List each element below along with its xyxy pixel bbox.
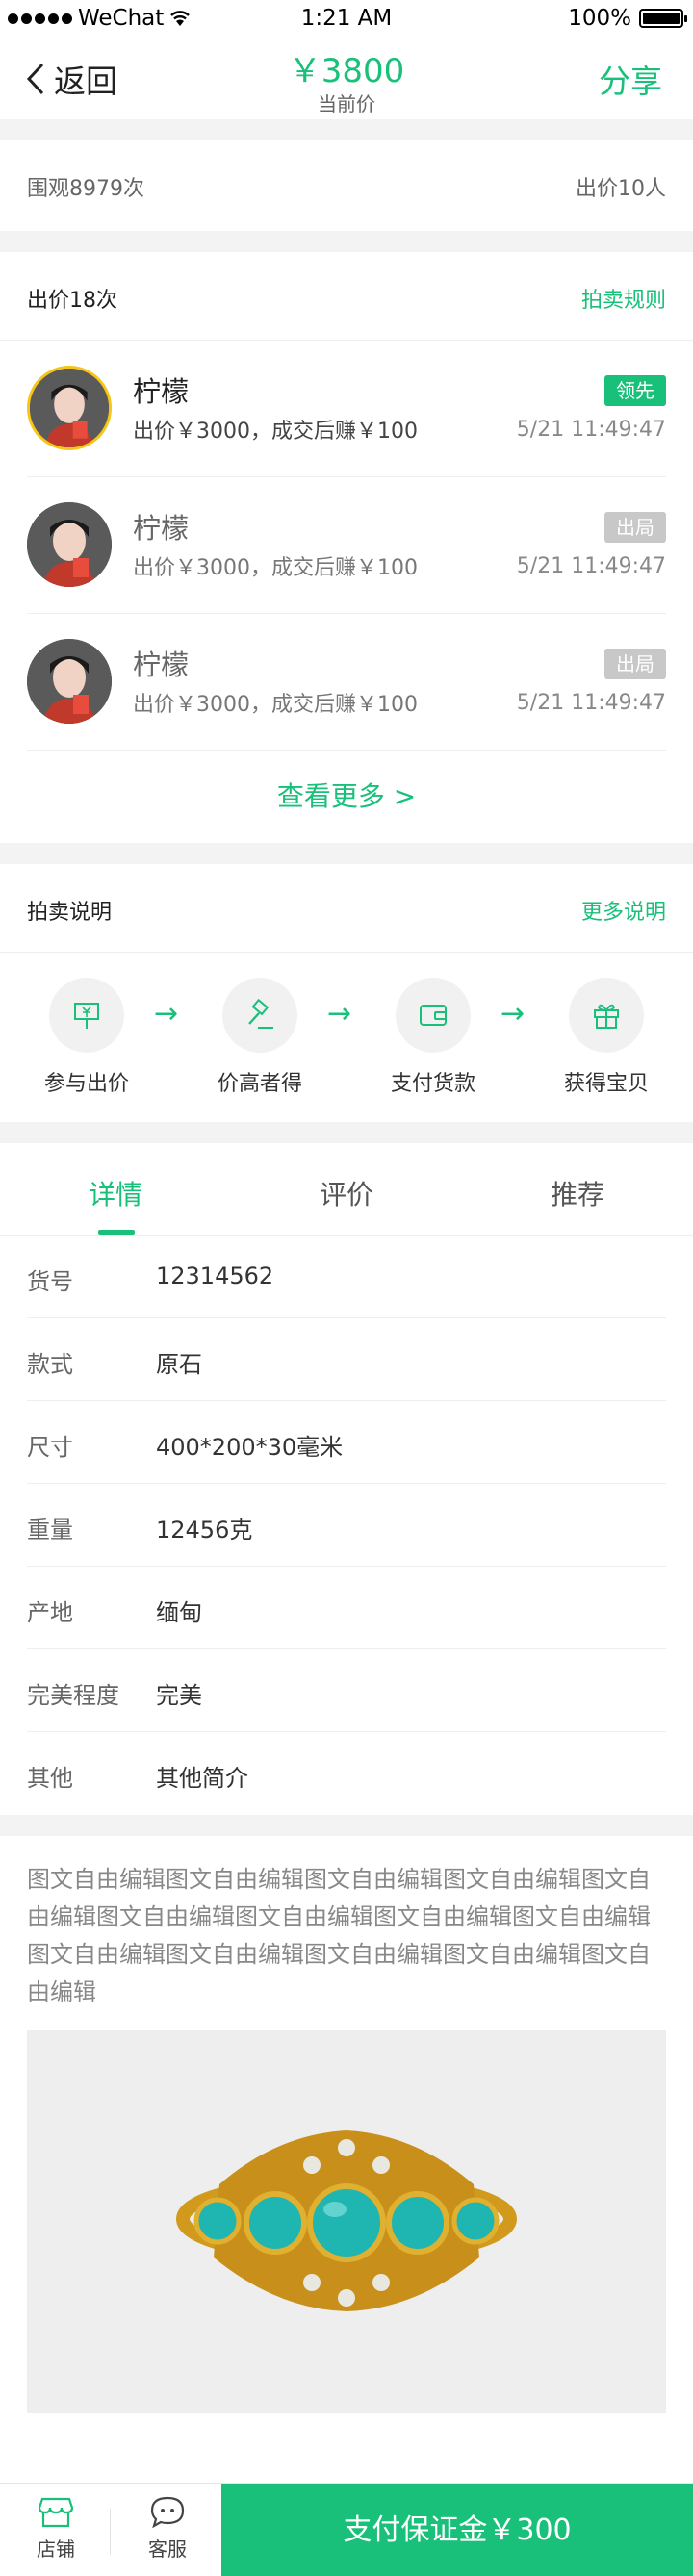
- spec-row: 款式 原石: [27, 1318, 666, 1401]
- tab-reviews[interactable]: 评价: [231, 1174, 462, 1212]
- product-description-section: 图文自由编辑图文自由编辑图文自由编辑图文自由编辑图文自由编辑图文自由编辑图文自由…: [0, 1836, 693, 2483]
- pay-deposit-button[interactable]: 支付保证金￥300: [221, 2484, 693, 2576]
- current-price: ￥3800: [288, 52, 405, 90]
- spec-row: 产地 缅甸: [27, 1567, 666, 1649]
- spec-value: 原石: [156, 1351, 202, 1378]
- bidder-name: 柠檬: [133, 375, 190, 408]
- bid-list-header: 出价18次 拍卖规则: [0, 252, 693, 341]
- avatar: [27, 639, 112, 724]
- spec-row: 重量 12456克: [27, 1484, 666, 1567]
- wallet-icon: [420, 1005, 447, 1026]
- auction-rules-section: 拍卖说明 更多说明 参与出价 → 价高者得 → 支付货款 → 获得宝贝: [0, 864, 693, 1122]
- bid-sign-icon: [74, 1003, 99, 1029]
- step-receive: 获得宝贝: [549, 978, 664, 1097]
- spec-key: 货号: [27, 1268, 73, 1295]
- spec-value: 12456克: [156, 1517, 253, 1543]
- tab-details[interactable]: 详情: [0, 1174, 231, 1212]
- arrow-right-icon: →: [327, 997, 352, 1031]
- spec-row: 货号 12314562: [27, 1236, 666, 1318]
- outbid-badge: 出局: [604, 512, 666, 543]
- nav-bar: 返回 ￥3800 当前价 分享: [0, 38, 693, 119]
- auction-stats: 围观8979次 出价10人: [0, 140, 693, 231]
- chat-bubble-icon: [150, 2496, 185, 2529]
- ring-image: [176, 2130, 517, 2311]
- avatar: [27, 366, 112, 450]
- views-count: 围观8979次: [27, 177, 144, 201]
- bid-row: 柠檬 出价￥3000，成交后赚￥100 出局 5/21 11:49:47: [27, 614, 666, 751]
- spec-key: 其他: [27, 1765, 73, 1792]
- outbid-badge: 出局: [604, 649, 666, 679]
- spec-key: 款式: [27, 1351, 73, 1378]
- spec-value: 12314562: [156, 1262, 274, 1289]
- bid-time: 5/21 11:49:47: [516, 691, 666, 715]
- spec-value: 其他简介: [156, 1765, 248, 1792]
- product-details-section: 详情 评价 推荐 货号 12314562 款式 原石 尺寸 400*200*30毫米 …: [0, 1143, 693, 1815]
- more-rules-link[interactable]: 更多说明: [581, 895, 666, 926]
- spec-value: 完美: [156, 1682, 202, 1709]
- divider: [110, 2509, 111, 2555]
- active-tab-indicator: [98, 1230, 135, 1235]
- bidder-name: 柠檬: [133, 512, 190, 545]
- bidder-name: 柠檬: [133, 649, 190, 681]
- spec-row: 完美程度 完美: [27, 1649, 666, 1732]
- step-bid: 参与出价: [29, 978, 144, 1097]
- bid-description: 出价￥3000，成交后赚￥100: [133, 693, 418, 717]
- spec-key: 尺寸: [27, 1434, 73, 1461]
- step-label: 获得宝贝: [563, 1072, 649, 1096]
- spec-row: 尺寸 400*200*30毫米: [27, 1401, 666, 1484]
- share-button[interactable]: 分享: [599, 56, 662, 102]
- spec-key: 重量: [27, 1517, 73, 1543]
- bid-row: 柠檬 出价￥3000，成交后赚￥100 出局 5/21 11:49:47: [27, 477, 666, 614]
- service-label: 客服: [148, 2538, 187, 2561]
- rules-title: 拍卖说明: [27, 901, 113, 925]
- view-more-bids-button[interactable]: 查看更多 >: [0, 776, 693, 814]
- bid-time: 5/21 11:49:47: [516, 418, 666, 442]
- shop-button[interactable]: 店铺: [8, 2495, 104, 2562]
- bid-list-section: 出价18次 拍卖规则 柠檬 出价￥3000，成交后赚￥100 领先 5/21 1…: [0, 252, 693, 843]
- current-price-label: 当前价: [318, 92, 375, 115]
- bidders-count: 出价10人: [576, 177, 666, 201]
- bid-description: 出价￥3000，成交后赚￥100: [133, 556, 418, 580]
- bottom-action-bar: 店铺 客服 支付保证金￥300: [0, 2483, 693, 2576]
- spec-key: 完美程度: [27, 1682, 119, 1709]
- status-bar: WeChat 1:21 AM 100%: [0, 0, 693, 38]
- step-label: 参与出价: [43, 1072, 129, 1096]
- bid-description: 出价￥3000，成交后赚￥100: [133, 420, 418, 444]
- bid-count-title: 出价18次: [27, 289, 117, 313]
- rules-header: 拍卖说明 更多说明: [0, 864, 693, 953]
- product-image: [27, 2030, 666, 2413]
- shop-label: 店铺: [37, 2538, 75, 2561]
- spec-value: 缅甸: [156, 1599, 202, 1626]
- step-label: 价高者得: [217, 1072, 302, 1096]
- bid-time: 5/21 11:49:47: [516, 554, 666, 578]
- battery-group: 100%: [568, 6, 687, 31]
- gift-icon: [594, 1004, 619, 1029]
- spec-value: 400*200*30毫米: [156, 1434, 344, 1461]
- auction-rules-link[interactable]: 拍卖规则: [581, 283, 666, 314]
- battery-percent: 100%: [568, 6, 631, 31]
- step-pay: 支付货款: [375, 978, 491, 1097]
- leading-badge: 领先: [604, 375, 666, 406]
- step-label: 支付货款: [390, 1072, 475, 1096]
- product-description: 图文自由编辑图文自由编辑图文自由编辑图文自由编辑图文自由编辑图文自由编辑图文自由…: [27, 1866, 651, 2005]
- bid-row: 柠檬 出价￥3000，成交后赚￥100 领先 5/21 11:49:47: [27, 341, 666, 477]
- arrow-right-icon: →: [500, 997, 526, 1031]
- tab-recommend[interactable]: 推荐: [462, 1174, 693, 1212]
- step-win: 价高者得: [202, 978, 318, 1097]
- battery-icon: [639, 9, 687, 28]
- arrow-right-icon: →: [154, 997, 179, 1031]
- shop-icon: [38, 2497, 74, 2528]
- spec-row: 其他 其他简介: [27, 1732, 666, 1815]
- detail-tabs: 详情 评价 推荐: [0, 1143, 693, 1236]
- gavel-icon: [248, 998, 273, 1029]
- avatar: [27, 502, 112, 587]
- spec-key: 产地: [27, 1599, 73, 1626]
- customer-service-button[interactable]: 客服: [119, 2495, 216, 2562]
